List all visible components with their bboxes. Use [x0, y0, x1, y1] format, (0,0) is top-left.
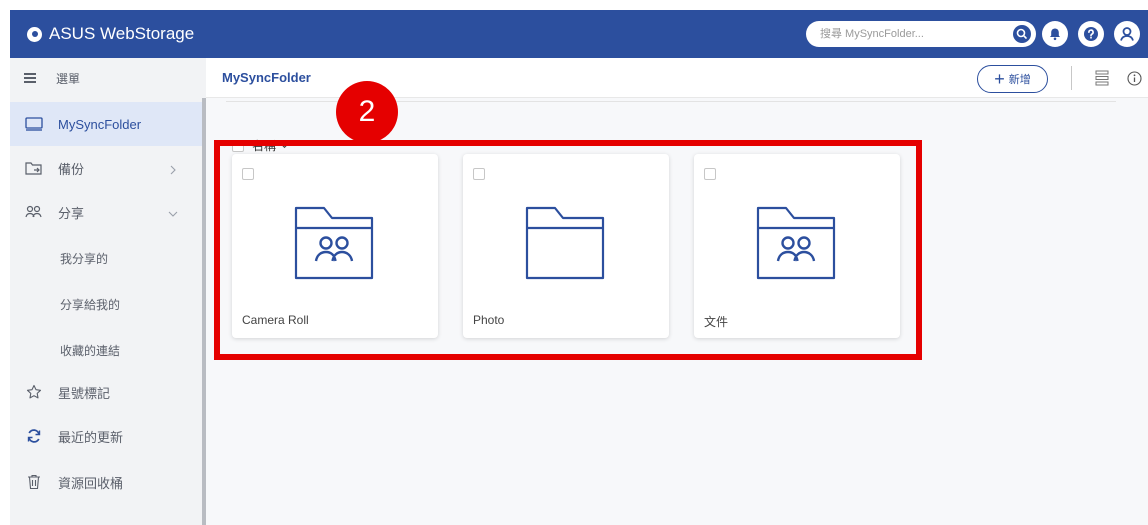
info-icon[interactable]	[1124, 68, 1144, 88]
menu-toggle[interactable]: 選單	[10, 58, 202, 98]
app-header: ASUS WebStorage	[10, 10, 1148, 58]
bell-icon[interactable]	[1042, 21, 1068, 47]
share-icon	[24, 202, 44, 222]
sidebar-item-label: 星號標記	[58, 385, 111, 401]
page-title: MySyncFolder	[222, 70, 311, 85]
sidebar-item-label: 備份	[58, 161, 85, 177]
search-icon[interactable]	[1013, 25, 1031, 43]
sidebar-item-backup[interactable]: 備份	[10, 146, 202, 190]
search-input[interactable]	[820, 28, 1000, 40]
sidebar-item-label: 分享	[58, 205, 85, 221]
sidebar-item-mysyncfolder[interactable]: MySyncFolder	[10, 102, 202, 146]
chevron-down-icon[interactable]	[168, 207, 178, 217]
device-icon	[24, 114, 44, 134]
step-badge: 2	[336, 81, 398, 143]
sidebar: 選單 MySyncFolder 備份 分享 我分享的 分享給我的 收藏的連結 星…	[10, 58, 206, 525]
sidebar-item-shared-with-me[interactable]: 分享給我的	[60, 296, 120, 313]
user-icon[interactable]	[1114, 21, 1140, 47]
help-icon[interactable]	[1078, 21, 1104, 47]
annotation-highlight-box	[214, 140, 922, 360]
search-box	[806, 21, 1036, 47]
toolbar-divider	[1071, 66, 1072, 90]
sidebar-item-my-shares[interactable]: 我分享的	[60, 250, 108, 267]
new-button-label: 新增	[1008, 74, 1031, 86]
backup-icon	[24, 158, 44, 178]
list-view-icon[interactable]	[1092, 68, 1112, 88]
new-button[interactable]: + 新增	[977, 65, 1048, 93]
asus-logo-icon	[27, 26, 42, 42]
app-name: ASUS WebStorage	[49, 24, 195, 43]
trash-icon	[24, 472, 44, 492]
app-logo[interactable]: ASUS WebStorage	[27, 24, 194, 44]
sidebar-item-label: MySyncFolder	[58, 116, 142, 132]
sidebar-item-label: 最近的更新	[58, 429, 124, 445]
chevron-right-icon[interactable]	[168, 163, 178, 175]
sidebar-item-saved-links[interactable]: 收藏的連結	[60, 342, 120, 359]
hamburger-icon	[24, 73, 36, 83]
refresh-icon	[24, 426, 44, 446]
sidebar-item-starred[interactable]: 星號標記	[10, 370, 202, 414]
sidebar-item-recent[interactable]: 最近的更新	[10, 414, 202, 458]
sidebar-item-label: 資源回收桶	[58, 475, 124, 491]
sidebar-item-share[interactable]: 分享	[10, 190, 202, 234]
plus-icon: +	[994, 69, 1005, 89]
sidebar-item-trash[interactable]: 資源回收桶	[10, 460, 202, 504]
star-icon	[24, 382, 44, 402]
menu-label: 選單	[56, 71, 81, 86]
